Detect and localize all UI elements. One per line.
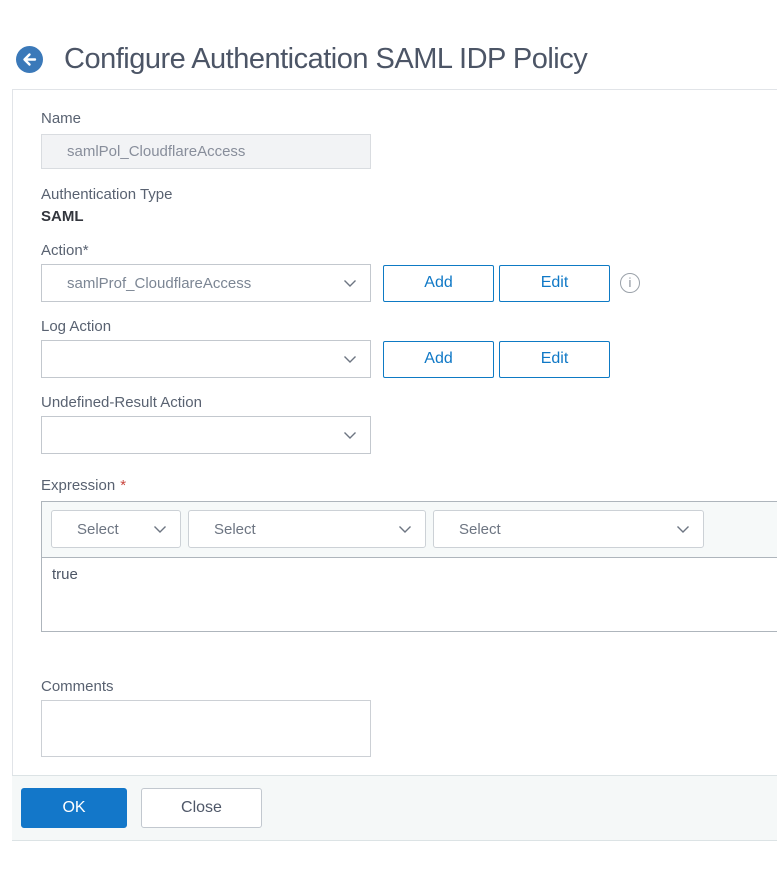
chevron-down-icon <box>342 351 358 367</box>
undefined-result-action-label: Undefined-Result Action <box>41 394 202 411</box>
expression-builder-toolbar: Select Select Select <box>42 502 777 557</box>
action-add-button[interactable]: Add <box>383 264 494 302</box>
expression-operand-select-2[interactable]: Select <box>188 510 426 548</box>
chevron-down-icon <box>342 275 358 291</box>
chevron-down-icon <box>342 427 358 443</box>
expression-operand-select-3[interactable]: Select <box>433 510 704 548</box>
footer: OK Close <box>12 775 777 841</box>
log-action-label: Log Action <box>41 318 112 335</box>
expression-operand-select-1[interactable]: Select <box>51 510 181 548</box>
log-action-edit-button[interactable]: Edit <box>499 340 610 378</box>
log-action-select[interactable] <box>41 340 371 378</box>
expression-builder: Select Select Select true <box>41 501 777 632</box>
expression-label: Expression <box>41 477 116 494</box>
select-placeholder: Select <box>459 520 501 538</box>
expression-textarea[interactable]: true <box>42 557 777 631</box>
name-label: Name <box>41 110 82 127</box>
close-button[interactable]: Close <box>141 788 262 828</box>
comments-label: Comments <box>41 678 114 695</box>
back-arrow-icon <box>16 46 43 73</box>
page-title: Configure Authentication SAML IDP Policy <box>64 43 588 75</box>
auth-type-label: Authentication Type <box>41 186 173 203</box>
chevron-down-icon <box>397 521 413 537</box>
back-button[interactable] <box>16 46 43 73</box>
name-input: samlPol_CloudflareAccess <box>41 134 371 169</box>
chevron-down-icon <box>675 521 691 537</box>
header: Configure Authentication SAML IDP Policy <box>0 0 777 89</box>
comments-textarea[interactable] <box>41 700 371 757</box>
select-placeholder: Select <box>214 520 256 538</box>
undefined-result-action-row <box>41 416 777 454</box>
action-edit-button[interactable]: Edit <box>499 264 610 302</box>
log-action-row: Add Edit <box>41 340 777 378</box>
log-action-add-button[interactable]: Add <box>383 340 494 378</box>
select-placeholder: Select <box>77 520 119 538</box>
action-row: samlProf_CloudflareAccess Add Edit i <box>41 264 777 302</box>
chevron-down-icon <box>152 521 168 537</box>
action-select[interactable]: samlProf_CloudflareAccess <box>41 264 371 302</box>
auth-type-value: SAML <box>41 208 84 225</box>
info-icon[interactable]: i <box>620 273 640 293</box>
expression-label-row: Expression * <box>41 477 777 494</box>
action-label: Action* <box>41 242 89 259</box>
required-asterisk: * <box>120 477 127 494</box>
configure-saml-idp-policy-dialog: Configure Authentication SAML IDP Policy… <box>0 0 777 877</box>
form-panel: Name samlPol_CloudflareAccess Authentica… <box>12 89 777 775</box>
undefined-result-action-select[interactable] <box>41 416 371 454</box>
action-select-value: samlProf_CloudflareAccess <box>67 274 252 292</box>
ok-button[interactable]: OK <box>21 788 127 828</box>
